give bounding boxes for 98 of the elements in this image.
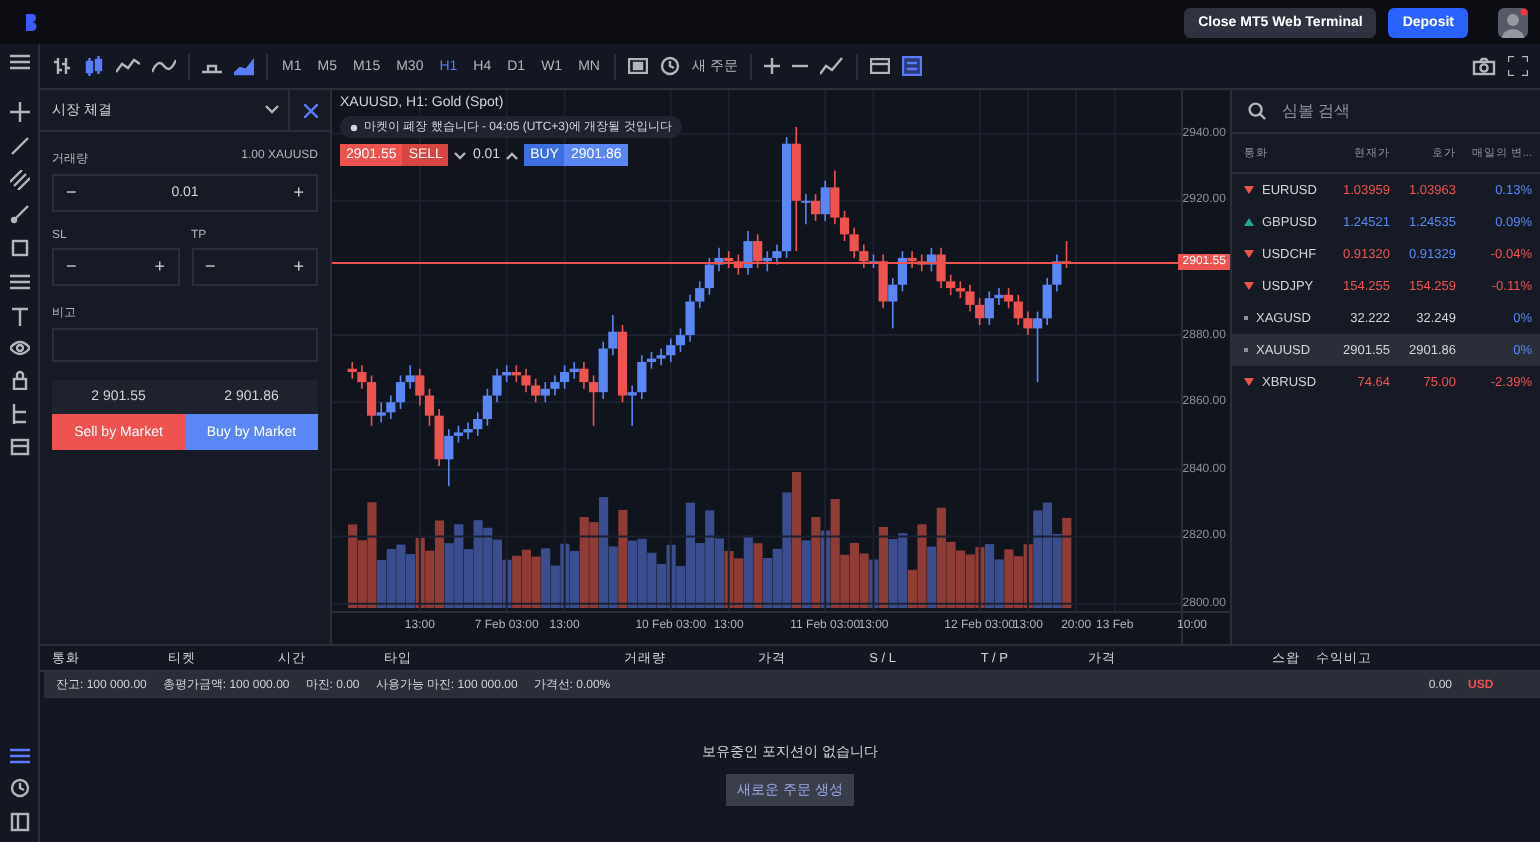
candlestick bbox=[434, 408, 444, 467]
candlestick bbox=[810, 193, 821, 222]
candlestick bbox=[415, 367, 425, 407]
candlestick bbox=[897, 250, 908, 293]
lines-icon[interactable] bbox=[9, 272, 29, 292]
candlestick bbox=[675, 327, 686, 353]
candlestick bbox=[753, 233, 763, 269]
notes-icon[interactable] bbox=[901, 56, 922, 76]
candlestick bbox=[521, 367, 531, 393]
candlestick bbox=[579, 361, 589, 390]
minus-button[interactable]: − bbox=[203, 258, 218, 276]
candlestick bbox=[1052, 253, 1062, 293]
camera-icon[interactable] bbox=[1472, 56, 1496, 76]
candlestick bbox=[888, 277, 898, 330]
lock-icon[interactable] bbox=[9, 370, 29, 390]
clock-icon[interactable] bbox=[659, 56, 680, 76]
candlestick bbox=[560, 364, 570, 390]
candlestick bbox=[598, 341, 608, 400]
candlestick bbox=[550, 374, 560, 397]
candlestick bbox=[830, 169, 840, 226]
candlestick bbox=[608, 314, 618, 357]
candlestick bbox=[1042, 277, 1052, 326]
chevron-down-icon[interactable] bbox=[454, 151, 467, 159]
crosshair-icon[interactable] bbox=[9, 102, 29, 122]
close-icon[interactable] bbox=[303, 103, 317, 117]
search-icon[interactable] bbox=[1248, 102, 1266, 120]
candlestick bbox=[936, 247, 946, 289]
candlestick bbox=[1013, 294, 1023, 326]
plus-button[interactable]: + bbox=[291, 258, 306, 276]
text-icon[interactable] bbox=[9, 306, 29, 326]
candlestick bbox=[1032, 310, 1043, 383]
candlestick bbox=[376, 401, 386, 424]
candlestick bbox=[463, 421, 473, 440]
candlestick bbox=[405, 364, 415, 390]
dot-icon bbox=[350, 123, 358, 131]
candlestick bbox=[685, 294, 695, 343]
layers-icon[interactable] bbox=[9, 438, 29, 456]
eye-icon[interactable] bbox=[9, 340, 29, 356]
zoom-in-icon[interactable] bbox=[763, 58, 780, 74]
candlestick bbox=[637, 354, 647, 400]
candlestick bbox=[482, 388, 492, 427]
candlestick bbox=[695, 280, 705, 310]
ray-icon[interactable] bbox=[9, 204, 29, 224]
line-tool-icon[interactable] bbox=[9, 136, 29, 156]
indicator-icon[interactable] bbox=[819, 56, 844, 76]
calendar-icon[interactable] bbox=[9, 812, 29, 832]
candlestick bbox=[666, 337, 676, 363]
candlestick bbox=[859, 243, 869, 269]
candlestick bbox=[878, 253, 888, 310]
candlestick bbox=[946, 273, 956, 296]
line-chart-icon[interactable] bbox=[116, 56, 140, 76]
candlestick bbox=[588, 374, 599, 427]
chevron-up-icon[interactable] bbox=[506, 151, 519, 159]
candlestick bbox=[984, 290, 994, 326]
candlestick bbox=[492, 367, 502, 404]
candlestick bbox=[743, 230, 753, 276]
avatar-icon[interactable] bbox=[1498, 7, 1528, 37]
candlestick bbox=[801, 193, 811, 226]
plus-button[interactable]: + bbox=[152, 258, 167, 276]
candlestick bbox=[820, 179, 830, 222]
candlestick bbox=[395, 374, 406, 410]
candlestick bbox=[772, 243, 782, 266]
candlestick bbox=[849, 226, 859, 259]
rectangle-icon[interactable] bbox=[9, 238, 29, 258]
candlestick bbox=[839, 210, 850, 242]
window-icon[interactable] bbox=[869, 58, 890, 74]
menu-icon[interactable] bbox=[9, 54, 29, 70]
candlestick bbox=[994, 287, 1004, 306]
logo-icon[interactable] bbox=[24, 12, 38, 32]
candlestick bbox=[1023, 310, 1033, 336]
candlestick bbox=[444, 428, 454, 487]
candlestick bbox=[627, 384, 637, 427]
area-chart-icon[interactable] bbox=[234, 56, 254, 76]
candlestick bbox=[386, 394, 396, 420]
fullscreen-icon[interactable] bbox=[1508, 56, 1528, 76]
parallel-lines-icon[interactable] bbox=[9, 170, 29, 190]
minus-button[interactable]: − bbox=[64, 184, 79, 202]
candlestick bbox=[424, 388, 435, 427]
chevron-down-icon[interactable] bbox=[264, 104, 280, 116]
candlestick bbox=[975, 297, 985, 326]
tree-icon[interactable] bbox=[9, 404, 29, 424]
symbol-search-field[interactable]: 심볼 검색 bbox=[1282, 102, 1482, 120]
screen-icon[interactable] bbox=[627, 58, 648, 74]
candlestick bbox=[1004, 287, 1014, 310]
candlestick bbox=[704, 257, 714, 296]
candlestick bbox=[357, 364, 367, 390]
candlestick bbox=[540, 381, 550, 404]
candlestick bbox=[965, 283, 975, 313]
plus-button[interactable]: + bbox=[291, 184, 306, 202]
candles-icon[interactable] bbox=[84, 56, 104, 76]
minus-button[interactable]: − bbox=[64, 258, 79, 276]
candlestick bbox=[366, 374, 377, 427]
list-icon[interactable] bbox=[9, 748, 29, 764]
candlestick bbox=[531, 377, 541, 404]
smooth-line-icon[interactable] bbox=[152, 56, 176, 76]
candlestick bbox=[473, 411, 483, 437]
history-icon[interactable] bbox=[9, 778, 29, 798]
bars-icon[interactable] bbox=[52, 56, 72, 76]
